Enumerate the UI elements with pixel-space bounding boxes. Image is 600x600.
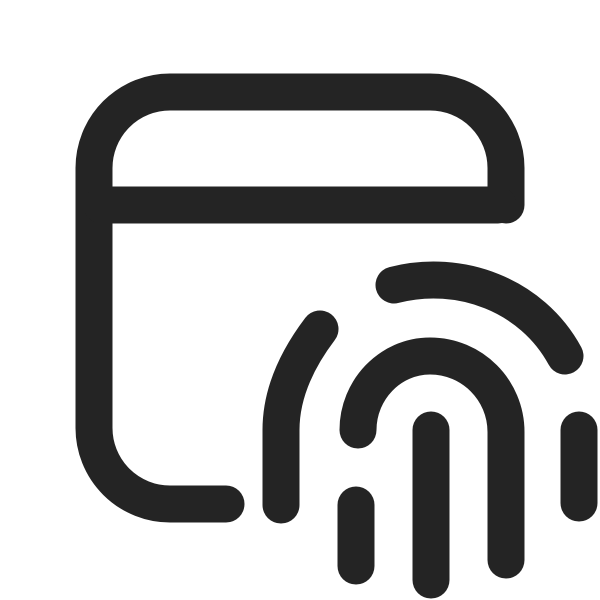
- fingerprint-left-arc-icon: [262, 310, 339, 524]
- icon-canvas: [0, 0, 600, 600]
- calendar-fingerprint-icon: [75, 73, 598, 599]
